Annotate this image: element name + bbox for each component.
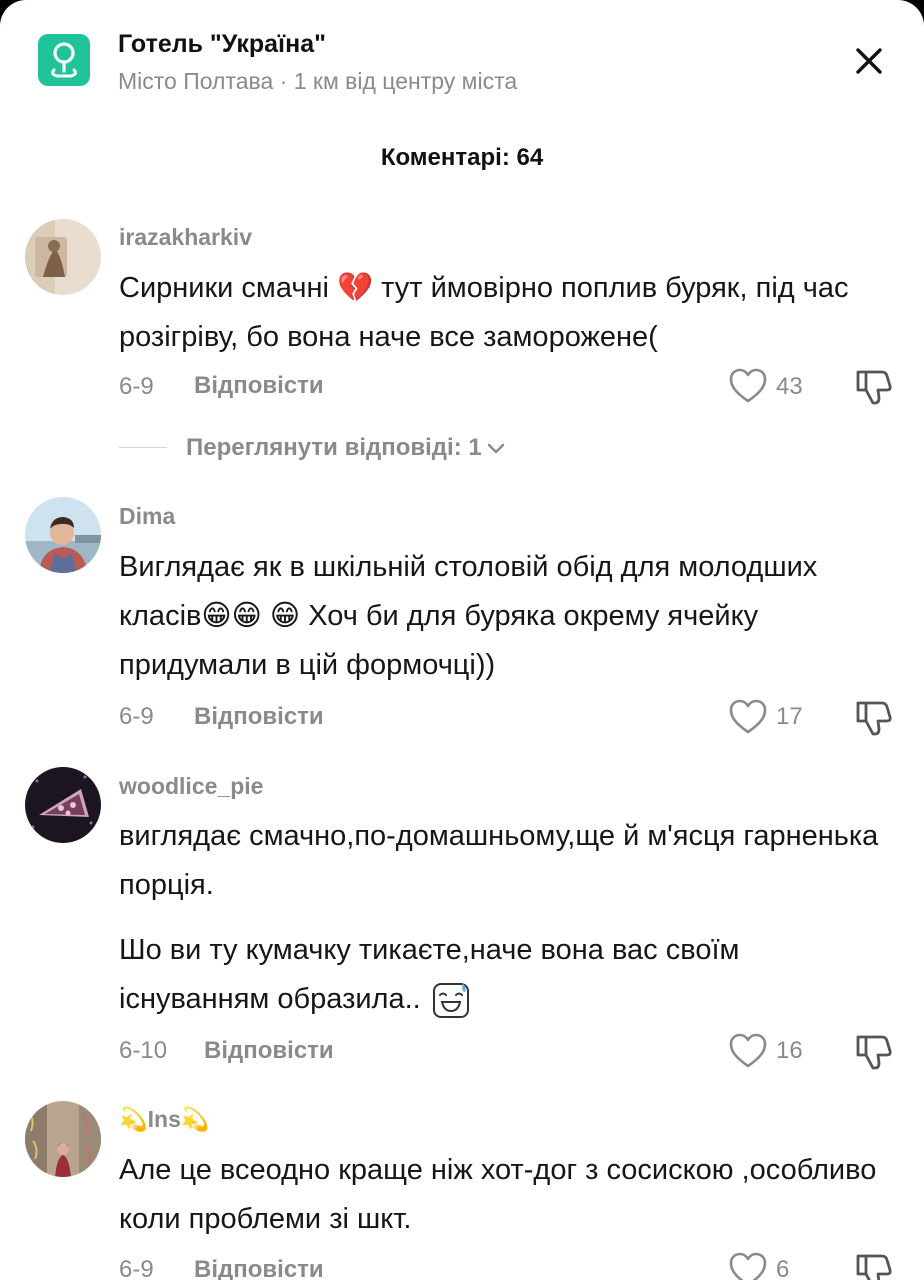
comment-text: Шо ви ту кумачку тикаєте,наче вона вас с… [119,926,879,1024]
like-count: 16 [776,1037,803,1064]
comment-text: Виглядає як в шкільній столовій обід для… [119,551,818,681]
thumbs-down-icon[interactable] [855,697,893,737]
heart-outline-icon[interactable] [729,1033,767,1069]
like-count: 43 [776,373,803,400]
avatar[interactable] [25,497,101,573]
comment-username[interactable]: 💫Ins💫 [119,1106,210,1133]
location-pin-icon[interactable] [38,34,90,86]
chevron-down-icon [486,435,506,463]
comment-username[interactable]: Dima [119,503,175,530]
like-count: 17 [776,703,803,730]
comment-text: Але це всеодно краще ніж хот-дог з сосис… [119,1154,877,1235]
avatar[interactable] [25,1101,101,1177]
avatar[interactable] [25,767,101,843]
thumbs-down-icon[interactable] [855,1031,893,1071]
heart-outline-icon[interactable] [729,699,767,735]
reply-button[interactable]: Відповісти [194,372,324,400]
comment-text-paragraph: Шо ви ту кумачку тикаєте,наче вона вас с… [119,934,740,1015]
location-title[interactable]: Готель "Україна" [118,30,326,59]
comments-count-title: Коментарі: 64 [380,144,544,171]
view-replies-label: Переглянути відповіді: 1 [186,434,482,461]
heart-outline-icon[interactable] [729,368,767,404]
comment-date: 6-9 [119,703,154,730]
like-count: 6 [776,1256,790,1280]
comments-sheet: Готель "Україна" Місто Полтава · 1 км ві… [0,0,924,1280]
comment-username[interactable]: irazakharkiv [119,224,252,251]
close-icon[interactable] [846,38,892,84]
comment-text: виглядає смачно,по-домашньому,ще й м'ясц… [119,820,879,901]
comment-date: 6-10 [119,1037,168,1064]
comment-text: Сирники смачні 💔 тут ймовірно поплив бур… [119,272,849,353]
heart-outline-icon[interactable] [729,1252,767,1280]
view-replies-button[interactable]: Переглянути відповіді: 1 [186,434,506,463]
thumbs-down-icon[interactable] [855,366,893,406]
comment-date: 6-9 [119,1256,154,1280]
sweat-smile-sticker-icon [431,980,471,1020]
reply-button[interactable]: Відповісти [194,1256,324,1280]
location-subtitle: Місто Полтава · 1 км від центру міста [118,68,518,94]
reply-button[interactable]: Відповісти [204,1037,334,1065]
divider [119,447,167,448]
comment-username[interactable]: woodlice_pie [119,773,263,800]
thumbs-down-icon[interactable] [855,1250,893,1280]
avatar[interactable] [25,219,101,295]
comment-date: 6-9 [119,373,154,400]
reply-button[interactable]: Відповісти [194,703,324,731]
